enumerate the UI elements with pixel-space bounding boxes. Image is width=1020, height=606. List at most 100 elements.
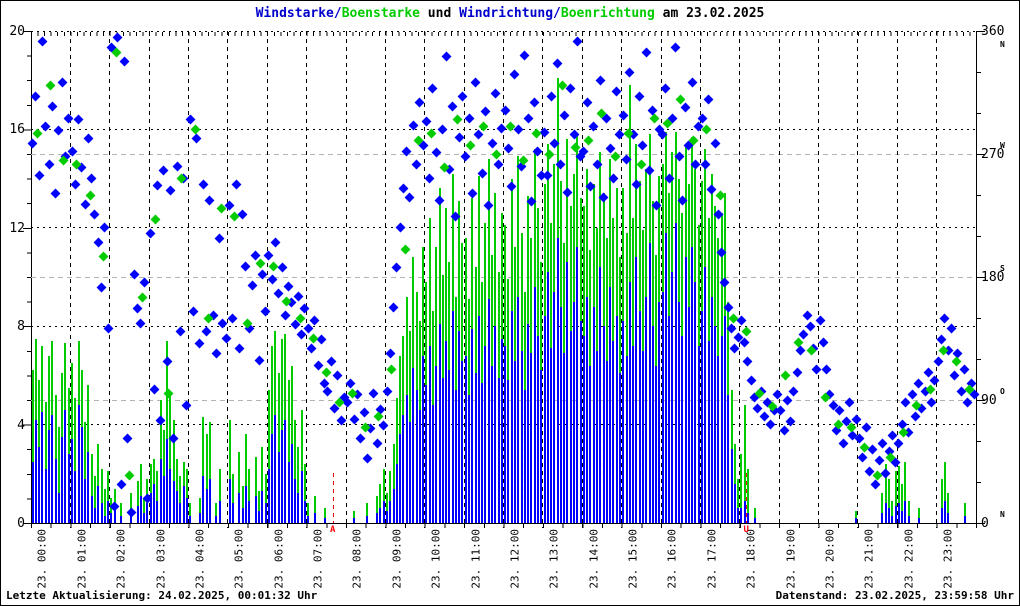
wind-bar xyxy=(179,503,182,523)
wind-bar xyxy=(746,513,749,523)
wind-bar xyxy=(714,326,717,523)
wind-dir-point xyxy=(818,337,829,348)
wind-bar xyxy=(418,409,421,523)
wind-bar xyxy=(143,513,146,523)
wind-bar xyxy=(248,500,251,523)
wind-bar xyxy=(638,311,641,523)
wind-bar xyxy=(888,508,891,523)
wind-bar xyxy=(723,316,726,523)
wind-bar xyxy=(704,267,707,523)
left-axis-tick-label: 0 xyxy=(17,516,25,531)
wind-dir-point xyxy=(939,313,950,323)
wind-dir-point xyxy=(362,453,373,464)
left-axis-major-ticks xyxy=(23,31,31,524)
wind-bar xyxy=(231,503,234,523)
gust-dir-point xyxy=(583,135,594,146)
wind-bar xyxy=(897,503,900,523)
wind-dir-point xyxy=(316,334,327,345)
wind-bar xyxy=(218,500,221,523)
wind-bar xyxy=(599,267,602,523)
wind-dir-point xyxy=(70,179,81,190)
wind-bar xyxy=(881,513,884,523)
wind-bar xyxy=(477,316,480,523)
wind-bar xyxy=(80,427,83,523)
wind-dir-point xyxy=(37,36,48,47)
wind-bar xyxy=(166,439,169,523)
wind-dir-point xyxy=(237,209,248,220)
x-axis-tick-label: 23. 18:00 xyxy=(744,529,758,589)
wind-bar xyxy=(277,451,280,523)
x-axis-tick-label: 23. 16:00 xyxy=(666,529,679,589)
wind-bar xyxy=(612,340,615,523)
wind-dir-point xyxy=(359,407,369,418)
wind-dir-point xyxy=(680,102,691,113)
wind-dir-point xyxy=(234,343,245,354)
wind-dir-point xyxy=(293,291,304,302)
wind-dir-point xyxy=(231,179,242,190)
wind-bar xyxy=(658,301,661,523)
wind-dir-point xyxy=(851,414,862,425)
wind-bar xyxy=(733,483,736,523)
x-axis-tick-label: 23. 09:00 xyxy=(390,529,404,589)
gust-dir-point xyxy=(45,80,56,91)
wind-bar xyxy=(592,306,595,523)
wind-bar xyxy=(622,321,625,523)
wind-dir-point xyxy=(188,306,199,317)
wind-dir-point xyxy=(470,77,481,88)
wind-bar xyxy=(48,429,51,523)
wind-bar xyxy=(596,350,599,523)
wind-dir-point xyxy=(923,367,934,378)
wind-dir-point xyxy=(195,339,205,349)
wind-dir-point xyxy=(428,83,438,94)
wind-dir-point xyxy=(411,159,422,170)
wind-bar xyxy=(559,306,562,523)
compass-letter: W xyxy=(1000,141,1005,150)
wind-dir-point xyxy=(283,281,294,292)
wind-dir-point xyxy=(936,334,947,345)
wind-bar xyxy=(618,372,621,523)
wind-bar xyxy=(172,481,175,523)
wind-bar xyxy=(648,242,651,523)
wind-bar xyxy=(274,414,277,523)
wind-bar xyxy=(947,513,950,523)
wind-dir-point xyxy=(739,337,750,348)
wind-bar xyxy=(182,486,185,523)
wind-bar xyxy=(41,412,44,523)
hour-gridline xyxy=(188,31,189,528)
wind-dir-point xyxy=(782,395,793,405)
wind-dir-point xyxy=(80,199,91,210)
wind-dir-point xyxy=(191,134,202,144)
wind-dir-point xyxy=(240,261,251,272)
wind-dir-point xyxy=(57,77,68,88)
gust-dir-point xyxy=(321,367,332,378)
wind-bar xyxy=(408,422,411,523)
wind-bar xyxy=(389,500,392,523)
wind-dir-point xyxy=(772,389,783,400)
wind-bar xyxy=(93,508,96,523)
wind-bar xyxy=(428,345,431,523)
wind-dir-point xyxy=(802,310,812,321)
wind-bar xyxy=(546,272,549,523)
wind-dir-point xyxy=(96,282,107,293)
wind-bar xyxy=(481,382,484,523)
gust-dir-point xyxy=(137,292,148,303)
wind-bar xyxy=(471,328,474,523)
wind-dir-point xyxy=(467,188,478,199)
wind-bar xyxy=(517,296,520,523)
wind-bar xyxy=(632,345,635,523)
wind-bar xyxy=(156,500,159,523)
wind-bar xyxy=(904,500,907,523)
wind-bar xyxy=(550,348,553,523)
compass-letter: S xyxy=(1000,264,1005,273)
wind-bar xyxy=(382,500,385,523)
wind-bar xyxy=(461,360,464,523)
x-axis-tick-label: 23. 04:00 xyxy=(193,529,207,589)
wind-bar xyxy=(609,286,612,523)
wind-bar xyxy=(448,370,451,523)
wind-bar xyxy=(445,340,448,523)
wind-dir-point xyxy=(434,195,445,206)
wind-bar xyxy=(441,377,444,523)
wind-dir-point xyxy=(355,433,366,444)
hour-gridline xyxy=(778,31,780,528)
wind-dir-point xyxy=(398,183,409,194)
